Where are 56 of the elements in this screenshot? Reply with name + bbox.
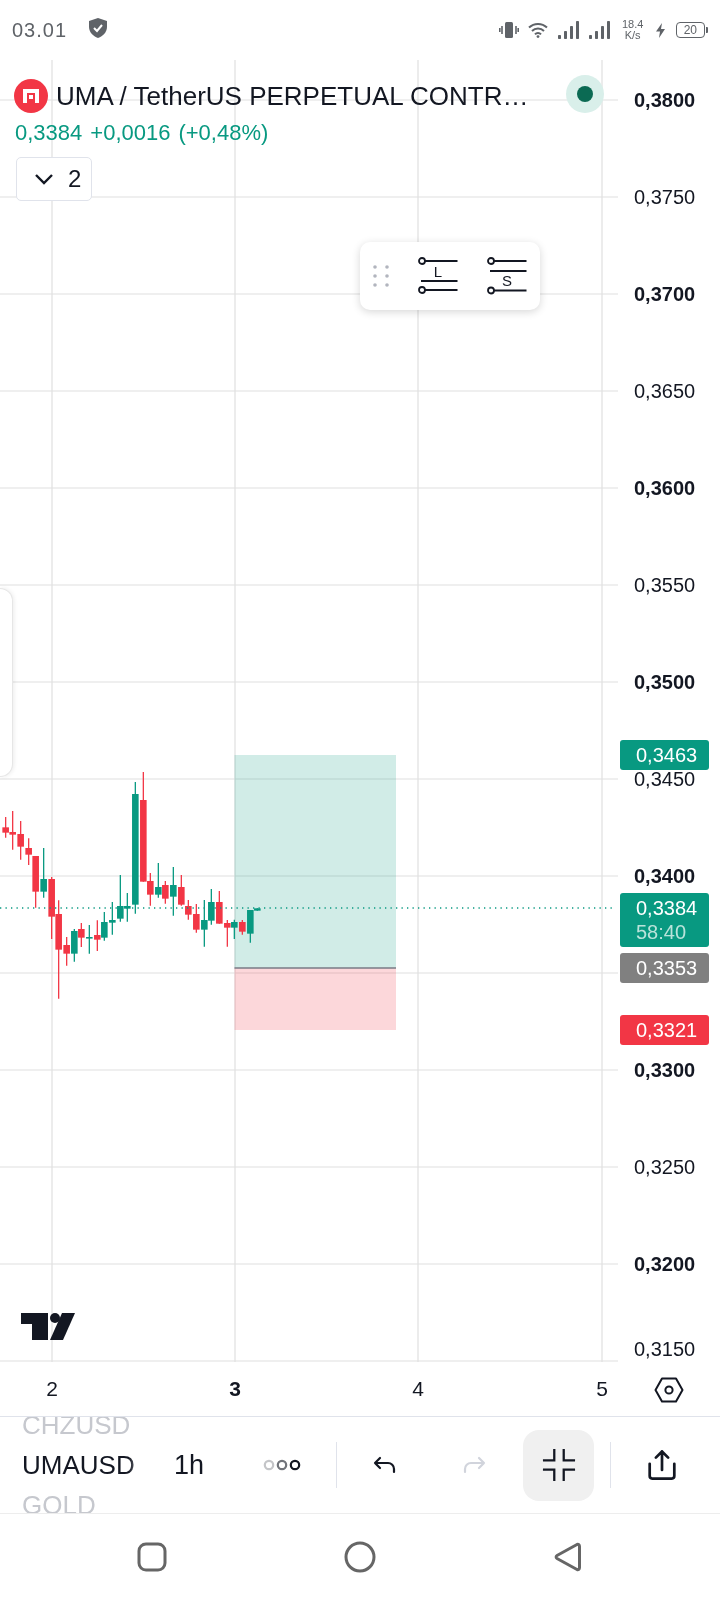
shield-icon <box>89 18 108 38</box>
price-axis-label: 0,3650 <box>634 379 696 403</box>
line-handles-icon <box>418 257 458 295</box>
time-axis-label: 5 <box>595 1376 609 1402</box>
dots-icon[interactable] <box>263 1459 302 1471</box>
charging-bolt-icon <box>655 22 665 38</box>
line-handles-icon <box>487 257 527 295</box>
drag-handle-icon[interactable] <box>373 265 389 287</box>
interval-button[interactable]: 1h <box>172 1449 207 1481</box>
price-change: +0,0016 <box>90 120 171 146</box>
price-axis-label: 0,3750 <box>634 185 696 209</box>
coin-logo-icon <box>14 79 48 113</box>
last-price: 0,3384 <box>15 120 83 146</box>
share-icon <box>646 1449 679 1481</box>
price-axis-label: 0,3250 <box>634 1155 696 1179</box>
price-axis-label: 0,3500 <box>634 670 696 694</box>
exit-fullscreen-button[interactable] <box>523 1429 595 1501</box>
tag-price: 0,3353 <box>636 956 699 980</box>
price-axis-label: 0,3700 <box>634 282 696 306</box>
price-axis-label: 0,3800 <box>634 88 696 112</box>
vibrate-icon <box>498 20 519 40</box>
network-speed-unit: K/s <box>624 30 641 41</box>
recent-apps-icon[interactable] <box>136 1541 168 1573</box>
price-axis-label: 0,3600 <box>634 476 696 500</box>
chevron-down-icon <box>34 173 54 185</box>
time-axis-label: 2 <box>45 1376 59 1402</box>
price-axis-label: 0,3450 <box>634 767 696 791</box>
bar-countdown: 58:40 <box>636 920 688 944</box>
signal-icon <box>587 21 610 39</box>
signal-icon <box>556 21 579 39</box>
status-time: 03.01 <box>12 18 68 42</box>
price-axis-label: 0,3550 <box>634 573 696 597</box>
price-axis-label: 0,3200 <box>634 1252 696 1276</box>
tag-price: 0,3321 <box>636 1018 699 1042</box>
long-position-button[interactable]: L <box>418 257 458 295</box>
battery-level: 20 <box>675 22 705 38</box>
dropdown-button[interactable]: 2 <box>16 157 92 201</box>
time-axis-label: 3 <box>228 1376 242 1402</box>
collapse-icon <box>541 1448 576 1482</box>
status-dot-icon <box>566 75 604 113</box>
symbol-option[interactable]: UMAUSD <box>22 1445 152 1485</box>
short-position-button[interactable]: S <box>487 257 527 295</box>
price-axis-label: 0,3150 <box>634 1337 696 1361</box>
logo-icon <box>21 1313 75 1340</box>
tag-price: 0,3463 <box>636 743 699 767</box>
symbol-title: UMA / TetherUS PERPETUAL CONTR… <box>56 80 529 112</box>
price-axis-label: 0,3300 <box>634 1058 696 1082</box>
settings-icon[interactable] <box>654 1377 684 1403</box>
back-icon[interactable] <box>552 1541 584 1573</box>
home-icon[interactable] <box>344 1541 376 1573</box>
price-change-percent: (+0,48%) <box>178 120 269 146</box>
price-axis-label: 0,3400 <box>634 864 696 888</box>
wifi-icon <box>527 22 548 38</box>
tag-price: 0,3384 <box>636 896 699 920</box>
time-axis-label: 4 <box>411 1376 425 1402</box>
network-speed-value: 18.4 <box>621 19 644 30</box>
